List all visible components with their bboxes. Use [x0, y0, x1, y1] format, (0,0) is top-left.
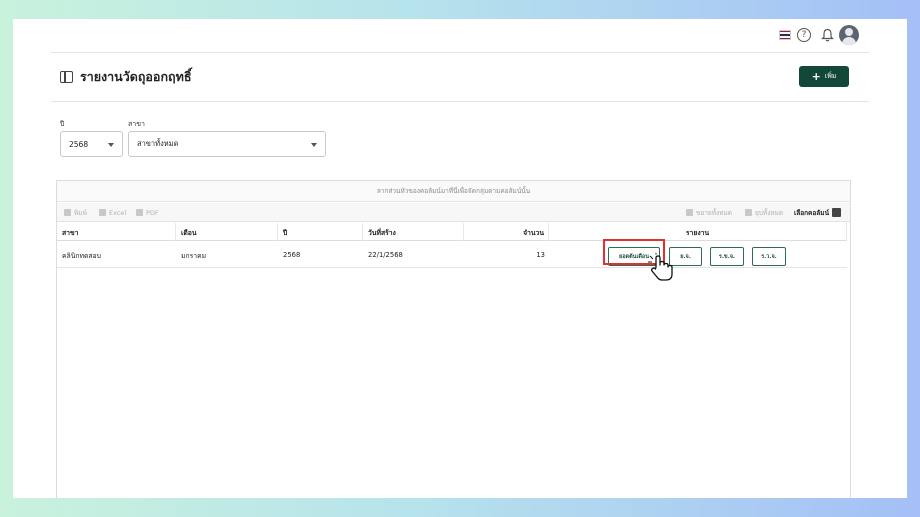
column-header-year[interactable]: ปี [278, 223, 363, 241]
top-divider [51, 52, 869, 53]
group-panel[interactable]: ลากส่วนหัวของคอลัมน์มาที่นี่เพื่อจัดกลุ่… [57, 181, 850, 202]
column-header-month[interactable]: เดือน [176, 223, 278, 241]
branch-select-value: สาขาทั้งหมด [137, 139, 179, 148]
excel-label: Excel [109, 208, 127, 217]
collapse-icon [745, 209, 752, 216]
page-header: รายงานวัดถุออกฤทธิ์ [60, 67, 191, 87]
rwj-report-button[interactable]: ร.ว.จ. [752, 247, 786, 266]
excel-button[interactable]: Excel [99, 203, 126, 222]
help-icon[interactable]: ? [795, 26, 813, 44]
cell-year: 2568 [283, 251, 301, 259]
pointer-hand-icon [648, 253, 673, 281]
table-header: สาขา เดือน ปี วันที่สร้าง จำนวน รายงาน [57, 223, 847, 241]
column-header-branch[interactable]: สาขา [57, 223, 176, 241]
report-grid: ลากส่วนหัวของคอลัมน์มาที่นี่เพื่อจัดกลุ่… [56, 180, 851, 498]
expand-icon [686, 209, 693, 216]
cell-created: 22/1/2568 [368, 251, 403, 259]
top-bar: ? [13, 19, 907, 52]
collapse-all-button[interactable]: ยุบทั้งหมด [745, 203, 783, 222]
page-title: รายงานวัดถุออกฤทธิ์ [80, 69, 192, 84]
column-header-report[interactable]: รายงาน [549, 223, 847, 241]
table-row: คลินิกทดสอบ มกราคม 2568 22/1/2568 13 ยอด… [57, 242, 847, 268]
print-label: พิมพ์ [74, 208, 87, 217]
year-label: ปี [60, 120, 65, 128]
header-divider [51, 101, 869, 102]
pdf-button[interactable]: PDF [136, 203, 159, 222]
chevron-down-icon [108, 143, 114, 147]
avatar-icon[interactable] [839, 25, 859, 45]
sidebar-toggle-icon[interactable] [60, 71, 73, 83]
printer-icon [64, 209, 71, 216]
rkhj-report-button[interactable]: ร.ข.จ. [710, 247, 744, 266]
pdf-label: PDF [146, 208, 159, 217]
plus-icon: + [811, 70, 821, 83]
pdf-icon [136, 209, 143, 216]
year-select-value: 2568 [69, 139, 89, 149]
collapse-all-label: ยุบทั้งหมด [755, 208, 784, 217]
app-frame: ? รายงานวัดถุออกฤทธิ์ + เพิ่ม ปี 2568 สา… [13, 19, 907, 498]
print-button[interactable]: พิมพ์ [64, 203, 87, 222]
column-header-created[interactable]: วันที่สร้าง [363, 223, 464, 241]
add-button-label: เพิ่ม [824, 72, 837, 80]
branch-select[interactable]: สาขาทั้งหมด [128, 131, 326, 157]
expand-all-button[interactable]: ขยายทั้งหมด [686, 203, 732, 222]
expand-all-label: ขยายทั้งหมด [696, 208, 732, 217]
choose-columns-button[interactable]: เลือกคอลัมน์ [794, 203, 842, 222]
excel-icon [99, 209, 106, 216]
cell-branch: คลินิกทดสอบ [62, 251, 101, 260]
choose-columns-label: เลือกคอลัมน์ [794, 208, 830, 217]
chevron-down-icon [311, 143, 317, 147]
branch-label: สาขา [128, 120, 145, 128]
add-button[interactable]: + เพิ่ม [799, 66, 849, 87]
thai-flag-icon[interactable] [776, 26, 794, 44]
column-header-count[interactable]: จำนวน [464, 223, 549, 241]
cell-month: มกราคม [181, 251, 207, 260]
year-select[interactable]: 2568 [60, 131, 123, 157]
grid-toolbar: พิมพ์ Excel PDF ขยายทั้งหมด ยุบทั้งหมด เ… [57, 203, 850, 222]
column-chooser-icon [832, 208, 842, 217]
bell-icon[interactable] [818, 26, 836, 44]
cell-count: 13 [536, 251, 545, 259]
